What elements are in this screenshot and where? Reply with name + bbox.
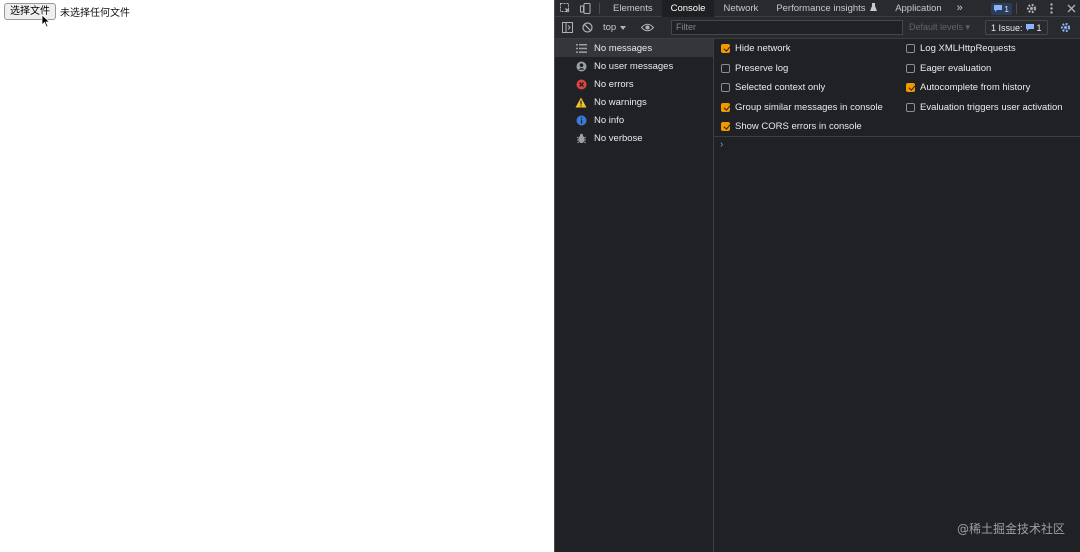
sidebar-item-info[interactable]: No info <box>555 111 713 129</box>
sidebar-item-label: No user messages <box>594 60 674 72</box>
autocomplete-history-checkbox[interactable] <box>906 83 915 92</box>
console-settings-pane: Hide network Preserve log Selected conte… <box>714 39 1080 137</box>
sidebar-item-label: No errors <box>594 78 634 90</box>
setting-eager-evaluation[interactable]: Eager evaluation <box>906 63 991 74</box>
eager-evaluation-checkbox[interactable] <box>906 64 915 73</box>
web-page: 选择文件 未选择任何文件 <box>0 0 554 552</box>
setting-label: Selected context only <box>735 82 826 93</box>
console-prompt[interactable]: › <box>720 139 723 150</box>
issues-button[interactable]: 1 Issue: 1 <box>985 20 1048 35</box>
setting-label: Log XMLHttpRequests <box>920 43 1016 54</box>
selected-context-only-checkbox[interactable] <box>721 83 730 92</box>
setting-hide-network[interactable]: Hide network <box>721 43 790 54</box>
issues-count: 1 <box>1036 22 1042 33</box>
console-output[interactable]: › @稀土掘金技术社区 <box>714 137 1080 552</box>
setting-selected-context-only[interactable]: Selected context only <box>721 82 825 93</box>
flask-icon <box>870 2 878 11</box>
sidebar-item-label: No warnings <box>594 96 647 108</box>
sidebar-item-label: No verbose <box>594 132 643 144</box>
bug-icon <box>575 132 587 144</box>
show-cors-errors-checkbox[interactable] <box>721 122 730 131</box>
info-icon <box>575 114 587 126</box>
message-icon <box>1025 24 1034 31</box>
inspect-element-icon[interactable] <box>555 0 575 17</box>
setting-evaluation-user-activation[interactable]: Evaluation triggers user activation <box>906 102 1063 113</box>
setting-preserve-log[interactable]: Preserve log <box>721 63 788 74</box>
chevron-double-right-icon[interactable]: » <box>951 2 969 14</box>
setting-label: Hide network <box>735 43 791 54</box>
warning-icon <box>575 96 587 108</box>
sidebar-item-user-messages[interactable]: No user messages <box>555 57 713 75</box>
filter-input[interactable]: Filter <box>671 20 903 35</box>
dropdown-arrow-icon: ▾ <box>965 22 971 32</box>
file-input[interactable]: 选择文件 未选择任何文件 <box>4 3 130 20</box>
clear-console-icon[interactable] <box>577 19 597 36</box>
console-sidebar: No messages No user messages No errors N… <box>555 39 714 552</box>
console-settings-gear-icon[interactable] <box>1056 19 1076 36</box>
evaluation-user-activation-checkbox[interactable] <box>906 103 915 112</box>
setting-show-cors-errors[interactable]: Show CORS errors in console <box>721 121 862 132</box>
gear-icon[interactable] <box>1021 0 1041 17</box>
devtools-panel: Elements Console Network Performance ins… <box>554 0 1080 552</box>
context-selector[interactable]: top <box>603 22 637 33</box>
sidebar-toggle-icon[interactable] <box>557 19 577 36</box>
user-icon <box>575 60 587 72</box>
log-xmlhttprequests-checkbox[interactable] <box>906 44 915 53</box>
setting-log-xmlhttprequests[interactable]: Log XMLHttpRequests <box>906 43 1016 54</box>
file-status-text: 未选择任何文件 <box>60 8 130 19</box>
preserve-log-checkbox[interactable] <box>721 64 730 73</box>
sidebar-item-label: No messages <box>594 42 653 54</box>
tab-network[interactable]: Network <box>714 0 767 17</box>
log-levels-label: Default levels <box>909 22 964 32</box>
sidebar-item-messages[interactable]: No messages <box>555 39 713 57</box>
setting-label: Autocomplete from history <box>920 82 1031 93</box>
sidebar-item-label: No info <box>594 114 625 126</box>
context-selector-value: top <box>603 22 617 33</box>
more-options-icon[interactable] <box>1041 0 1061 17</box>
tab-performance-insights[interactable]: Performance insights <box>767 0 886 17</box>
sidebar-item-warnings[interactable]: No warnings <box>555 93 713 111</box>
dropdown-arrow-icon <box>620 25 627 30</box>
error-icon <box>575 78 587 90</box>
group-similar-checkbox[interactable] <box>721 103 730 112</box>
device-toolbar-icon[interactable] <box>575 0 595 17</box>
tab-console[interactable]: Console <box>661 0 715 17</box>
hide-network-checkbox[interactable] <box>721 44 730 53</box>
setting-autocomplete-history[interactable]: Autocomplete from history <box>906 82 1030 93</box>
setting-label: Eager evaluation <box>920 63 992 74</box>
tab-elements[interactable]: Elements <box>604 0 662 17</box>
eye-icon[interactable] <box>637 19 657 36</box>
tab-performance-insights-label: Performance insights <box>776 2 866 14</box>
mouse-cursor-icon <box>41 14 51 28</box>
messages-badge[interactable]: 1 <box>991 2 1012 15</box>
tab-application[interactable]: Application <box>886 0 950 17</box>
sidebar-item-verbose[interactable]: No verbose <box>555 129 713 147</box>
log-levels-dropdown[interactable]: Default levels ▾ <box>909 22 981 33</box>
setting-label: Evaluation triggers user activation <box>920 102 1063 113</box>
setting-group-similar[interactable]: Group similar messages in console <box>721 102 883 113</box>
setting-label: Group similar messages in console <box>735 102 883 113</box>
setting-label: Show CORS errors in console <box>735 121 862 132</box>
devtools-tab-bar: Elements Console Network Performance ins… <box>555 0 1080 17</box>
sidebar-item-errors[interactable]: No errors <box>555 75 713 93</box>
setting-label: Preserve log <box>735 63 789 74</box>
list-icon <box>575 42 587 54</box>
watermark: @稀土掘金技术社区 <box>956 522 1065 536</box>
console-toolbar: top Filter Default levels ▾ 1 Issue: 1 <box>555 17 1080 39</box>
message-icon <box>994 5 1003 12</box>
close-icon[interactable] <box>1061 0 1080 17</box>
issues-label: 1 Issue: <box>991 22 1023 33</box>
messages-badge-count: 1 <box>1004 3 1009 14</box>
